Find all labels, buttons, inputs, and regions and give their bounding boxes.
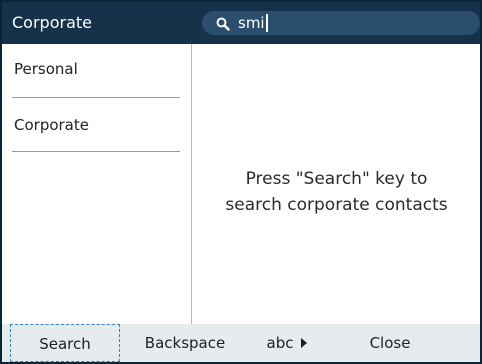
sidebar-item-label: Corporate: [14, 116, 89, 134]
message-area: Press "Search" key to search corporate c…: [193, 44, 480, 324]
directory-list: Personal Corporate: [2, 44, 192, 324]
close-softkey[interactable]: Close: [338, 324, 442, 362]
search-softkey[interactable]: Search: [10, 324, 120, 362]
search-input-value: smi: [238, 14, 265, 32]
input-mode-label: abc: [266, 334, 294, 352]
sidebar-item-label: Personal: [14, 60, 78, 78]
message-line-2: search corporate contacts: [225, 195, 448, 215]
search-icon: [216, 16, 230, 31]
message-line-1: Press "Search" key to: [245, 169, 428, 189]
instruction-message: Press "Search" key to search corporate c…: [225, 166, 447, 218]
search-box[interactable]: smi: [202, 11, 480, 35]
header-bar: Corporate smi: [2, 2, 480, 44]
sidebar-item-corporate[interactable]: Corporate: [2, 98, 192, 152]
text-caret: [265, 14, 268, 32]
triangle-right-icon: [301, 338, 308, 348]
backspace-softkey[interactable]: Backspace: [134, 324, 236, 362]
sidebar-item-personal[interactable]: Personal: [2, 44, 192, 98]
divider: [12, 151, 180, 152]
softkey-bar: Search Backspace abc Close: [2, 324, 480, 362]
phone-screen: Corporate smi Personal Corporate Press "…: [0, 0, 482, 364]
input-mode-softkey[interactable]: abc: [248, 324, 326, 362]
search-input[interactable]: smi: [238, 14, 468, 32]
directory-title: Corporate: [12, 13, 92, 32]
